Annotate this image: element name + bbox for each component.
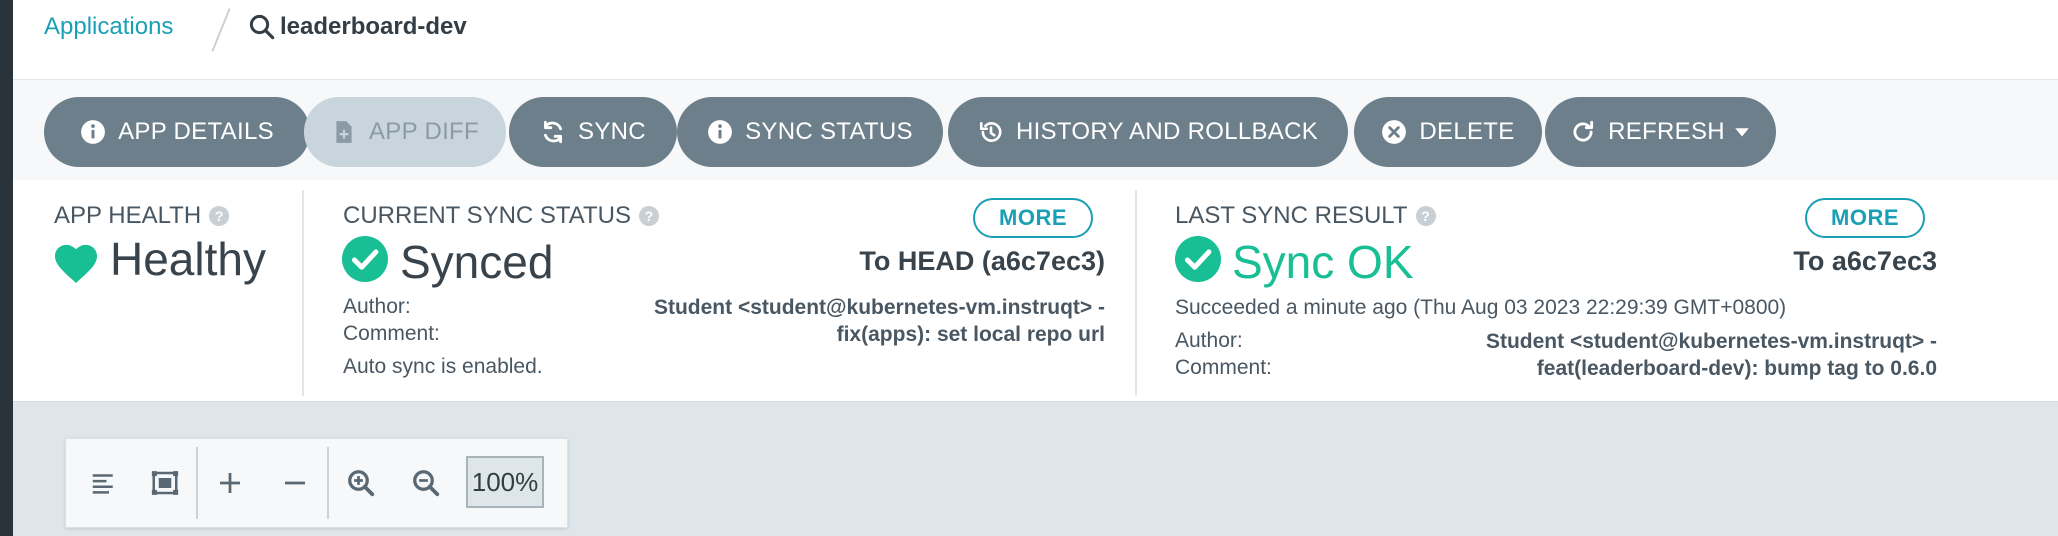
caret-down-icon[interactable]	[1733, 123, 1751, 141]
action-toolbar: APP DETAILS APP DIFF SYNC SYNC STATUS HI…	[13, 80, 2058, 180]
zoom-plus-button[interactable]	[209, 462, 251, 504]
breadcrumb-applications-link[interactable]: Applications	[44, 13, 173, 41]
zoom-out-button[interactable]	[405, 462, 447, 504]
sync-icon	[544, 120, 563, 144]
app-health-title: APP HEALTH ?	[54, 202, 230, 230]
sync-status-button[interactable]: SYNC STATUS	[677, 97, 943, 167]
toolbar-separator	[196, 447, 198, 519]
help-icon[interactable]: ?	[209, 206, 230, 226]
app-health-label: APP HEALTH	[54, 202, 202, 229]
last-sync-comment-value: feat(leaderboard-dev): bump tag to 0.6.0	[1536, 357, 1937, 380]
zoom-minus-button[interactable]	[274, 462, 316, 504]
breadcrumb: Applications leaderboard-dev	[13, 0, 2058, 80]
last-sync-more-button[interactable]: MORE	[1805, 198, 1925, 238]
last-sync-revision[interactable]: To a6c7ec3	[1793, 246, 1937, 277]
left-nav-strip	[0, 0, 13, 536]
auto-sync-text: Auto sync is enabled.	[343, 355, 543, 378]
sync-status-label: SYNC STATUS	[745, 118, 913, 145]
fit-screen-icon	[151, 471, 179, 495]
last-sync-result-label: LAST SYNC RESULT	[1175, 202, 1408, 229]
delete-button[interactable]: DELETE	[1354, 97, 1542, 167]
refresh-button[interactable]: REFRESH	[1545, 97, 1776, 167]
check-circle-icon	[1175, 236, 1221, 282]
minus-icon	[285, 481, 305, 485]
panel-divider	[1135, 190, 1137, 396]
align-left-icon	[92, 474, 113, 494]
sync-comment-value: fix(apps): set local repo url	[836, 323, 1105, 346]
zoom-in-icon	[348, 470, 375, 497]
info-icon	[708, 120, 733, 144]
info-icon	[81, 120, 106, 144]
last-sync-result-title: LAST SYNC RESULT ?	[1175, 202, 1436, 230]
breadcrumb-separator	[211, 8, 231, 52]
zoom-level-display[interactable]: 100%	[466, 456, 544, 508]
app-diff-label: APP DIFF	[369, 118, 479, 145]
heart-icon	[55, 244, 97, 284]
sync-button[interactable]: SYNC	[509, 97, 677, 167]
check-circle-icon	[342, 236, 388, 282]
sync-status-value: Synced	[400, 236, 554, 288]
refresh-label: REFRESH	[1608, 118, 1725, 145]
history-rollback-button[interactable]: HISTORY AND ROLLBACK	[948, 97, 1348, 167]
app-diff-button[interactable]: APP DIFF	[304, 97, 506, 167]
align-left-button[interactable]	[83, 462, 125, 504]
app-details-label: APP DETAILS	[118, 118, 274, 145]
sync-status-more-button[interactable]: MORE	[973, 198, 1093, 238]
sync-revision[interactable]: To HEAD (a6c7ec3)	[859, 246, 1105, 277]
history-rollback-label: HISTORY AND ROLLBACK	[1015, 118, 1319, 145]
app-details-button[interactable]: APP DETAILS	[44, 97, 310, 167]
refresh-icon	[1573, 120, 1594, 142]
zoom-in-button[interactable]	[340, 462, 382, 504]
panel-divider	[302, 190, 304, 396]
file-diff-icon	[336, 121, 352, 143]
sync-author-value: Student <student@kubernetes-vm.instruqt>…	[653, 296, 1105, 319]
help-icon[interactable]: ?	[1415, 206, 1436, 226]
sync-comment-label: Comment:	[343, 322, 440, 345]
help-icon[interactable]: ?	[639, 206, 660, 226]
toolbar-separator	[327, 447, 329, 519]
current-sync-status-label: CURRENT SYNC STATUS	[343, 202, 632, 229]
health-status-value: Healthy	[110, 233, 266, 285]
fit-screen-button[interactable]	[144, 462, 186, 504]
plus-icon	[220, 473, 240, 493]
last-sync-comment-label: Comment:	[1175, 356, 1272, 379]
zoom-out-icon	[413, 470, 440, 497]
delete-circle-icon	[1382, 120, 1407, 144]
last-sync-author-value: Student <student@kubernetes-vm.instruqt>…	[1485, 330, 1937, 353]
delete-label: DELETE	[1419, 118, 1515, 145]
graph-toolbar: 100%	[65, 438, 568, 528]
search-icon[interactable]	[247, 12, 277, 42]
current-sync-status-title: CURRENT SYNC STATUS ?	[343, 202, 660, 230]
status-panel: APP HEALTH ? Healthy CURRENT SYNC STATUS…	[13, 180, 2058, 402]
sync-label: SYNC	[578, 118, 646, 145]
last-sync-value: Sync OK	[1232, 236, 1414, 288]
sync-author-label: Author:	[343, 295, 411, 318]
breadcrumb-current-app[interactable]: leaderboard-dev	[280, 13, 467, 41]
last-sync-author-label: Author:	[1175, 329, 1243, 352]
history-icon	[979, 122, 1002, 142]
last-sync-succeeded: Succeeded a minute ago (Thu Aug 03 2023 …	[1175, 296, 1787, 319]
